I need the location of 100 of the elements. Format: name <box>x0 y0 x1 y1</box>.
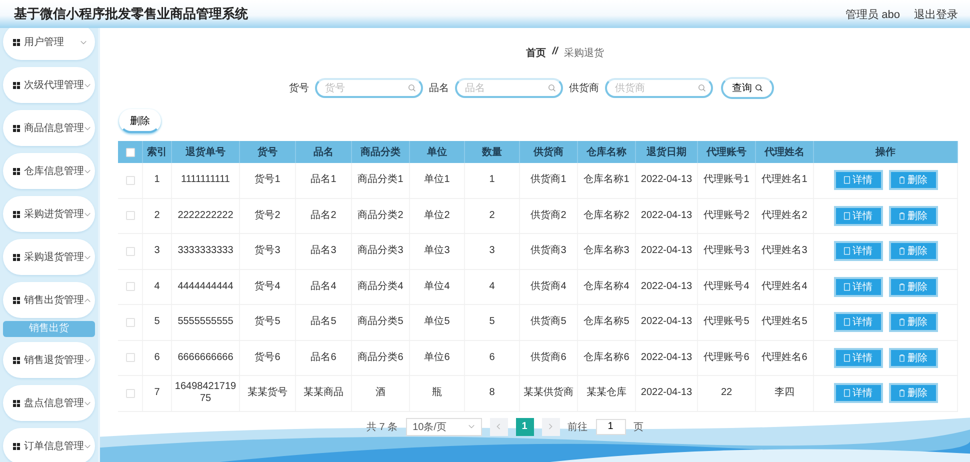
next-page-button[interactable] <box>542 418 560 436</box>
search-label: 货号 <box>289 82 309 95</box>
table-cell-text: 4 <box>153 280 161 293</box>
table-cell-text: 2 <box>488 210 496 222</box>
table-cell-text: 商品分类1 <box>356 174 404 186</box>
column-header: 供货商 <box>520 141 578 163</box>
sidebar-item[interactable]: 用户管理 <box>3 28 95 60</box>
search-icon <box>698 84 706 92</box>
grid-icon <box>13 124 20 132</box>
sidebar-item[interactable]: 销售退货管理 <box>3 342 95 378</box>
chevron-icon <box>84 444 91 448</box>
table-cell-text: 4444444444 <box>176 280 234 293</box>
document-icon <box>844 247 850 256</box>
column-header: 商品分类 <box>352 141 410 163</box>
table-cell-text: 2022-04-13 <box>640 280 694 293</box>
column-header: 仓库名称 <box>578 141 636 163</box>
table-cell-text: 某某货号 <box>246 387 288 400</box>
query-button[interactable]: 查询 <box>721 77 774 99</box>
sidebar-item[interactable]: 销售出货管理 <box>3 282 95 318</box>
row-checkbox[interactable] <box>126 282 134 292</box>
table-cell-text: 单位4 <box>423 280 451 293</box>
sidebar-item[interactable]: 盘点信息管理 <box>3 385 95 421</box>
grid-icon <box>13 168 20 174</box>
delete-button[interactable]: 删除 <box>119 109 161 133</box>
column-header: 货号 <box>240 141 296 163</box>
table-cell-text: 货号1 <box>254 174 282 186</box>
table-cell-text: 仓库名称2 <box>582 210 630 222</box>
table-cell-text: 6 <box>153 352 161 364</box>
row-checkbox[interactable] <box>126 388 134 398</box>
prev-page-button[interactable] <box>490 418 508 436</box>
grid-icon <box>13 400 20 406</box>
document-icon <box>844 318 850 326</box>
table-cell-text: 6 <box>488 352 496 364</box>
grid-icon <box>13 442 20 450</box>
table-cell-text: 某某商品 <box>302 387 344 400</box>
table-cell-text: 6666666666 <box>176 352 234 364</box>
table-cell-text: 供货商1 <box>530 174 568 186</box>
table-cell-text: 2022-04-13 <box>640 245 694 258</box>
breadcrumb-current: 采购退货 <box>564 46 604 58</box>
table-cell-text: 品名2 <box>310 210 338 222</box>
table-cell-text: 单位2 <box>423 210 451 222</box>
row-checkbox[interactable] <box>126 353 134 362</box>
column-header: 数量 <box>465 141 520 163</box>
column-header: 退货日期 <box>636 141 698 163</box>
table-cell-text: 7 <box>153 387 161 400</box>
search-label: 供货商 <box>569 82 599 95</box>
search-field[interactable]: 品名 <box>455 78 563 98</box>
table-cell-text: 代理账号6 <box>702 352 750 364</box>
table-cell-text: 仓库名称4 <box>582 280 630 293</box>
row-checkbox[interactable] <box>126 211 134 220</box>
trash-icon <box>898 247 904 256</box>
sidebar-item[interactable]: 商品信息管理 <box>3 110 95 146</box>
search-icon <box>548 84 556 92</box>
document-icon <box>844 176 850 184</box>
chevron-right-icon <box>548 423 554 430</box>
table-cell-text: 22 <box>720 387 734 400</box>
table-cell-text: 货号3 <box>254 245 282 258</box>
table-cell-text: 某某仓库 <box>586 387 628 400</box>
table-cell-text: 代理账号5 <box>702 316 750 328</box>
table-cell-text: 3 <box>488 245 496 258</box>
column-header: 索引 <box>143 141 172 163</box>
document-icon <box>844 389 850 398</box>
chevron-icon <box>84 298 91 302</box>
table-cell-text: 商品分类2 <box>356 210 404 222</box>
page-size-select[interactable]: 10条/页 <box>406 418 482 436</box>
row-checkbox[interactable] <box>126 246 134 256</box>
sidebar-item[interactable]: 仓库信息管理 <box>3 153 95 189</box>
table-cell-text: 商品分类4 <box>356 280 404 293</box>
table-cell-text: 供货商5 <box>530 316 568 328</box>
goto-label: 前往 <box>568 420 588 434</box>
sidebar-item[interactable]: 采购进货管理 <box>3 196 95 232</box>
chevron-icon <box>468 424 475 429</box>
table-cell-text: 商品分类5 <box>356 316 404 328</box>
table-cell-text: 酒 <box>374 387 386 400</box>
table-cell-text: 代理账号4 <box>702 280 750 293</box>
column-header: 操作 <box>814 141 958 163</box>
total-count: 共 7 条 <box>366 420 398 434</box>
row-checkbox[interactable] <box>126 176 134 185</box>
breadcrumb-home[interactable]: 首页 <box>526 46 546 58</box>
row-checkbox[interactable] <box>126 318 134 327</box>
table-cell-text: 商品分类3 <box>356 245 404 258</box>
search-label: 品名 <box>429 82 449 95</box>
sidebar-item[interactable]: 采购退货管理 <box>3 239 95 275</box>
chevron-icon <box>84 400 91 406</box>
table-cell-text: 2022-04-13 <box>640 387 694 400</box>
select-all-checkbox[interactable] <box>126 148 134 156</box>
goto-page-field[interactable]: 1 <box>596 418 626 434</box>
sidebar-item[interactable]: 次级代理管理 <box>3 67 95 103</box>
chevron-icon <box>84 358 91 362</box>
sidebar-item[interactable]: 订单信息管理 <box>3 428 95 462</box>
table-cell-text: 供货商2 <box>530 210 568 222</box>
trash-icon <box>898 176 904 184</box>
logout-link[interactable]: 退出登录 <box>914 6 958 22</box>
search-field[interactable]: 供货商 <box>605 78 713 98</box>
table-cell-text: 5555555555 <box>176 316 234 328</box>
table-cell-text: 李四 <box>774 387 796 400</box>
search-field[interactable]: 货号 <box>315 78 423 98</box>
table-cell-text: 2022-04-13 <box>640 174 694 186</box>
chevron-icon <box>84 212 91 216</box>
trash-icon <box>898 282 904 291</box>
